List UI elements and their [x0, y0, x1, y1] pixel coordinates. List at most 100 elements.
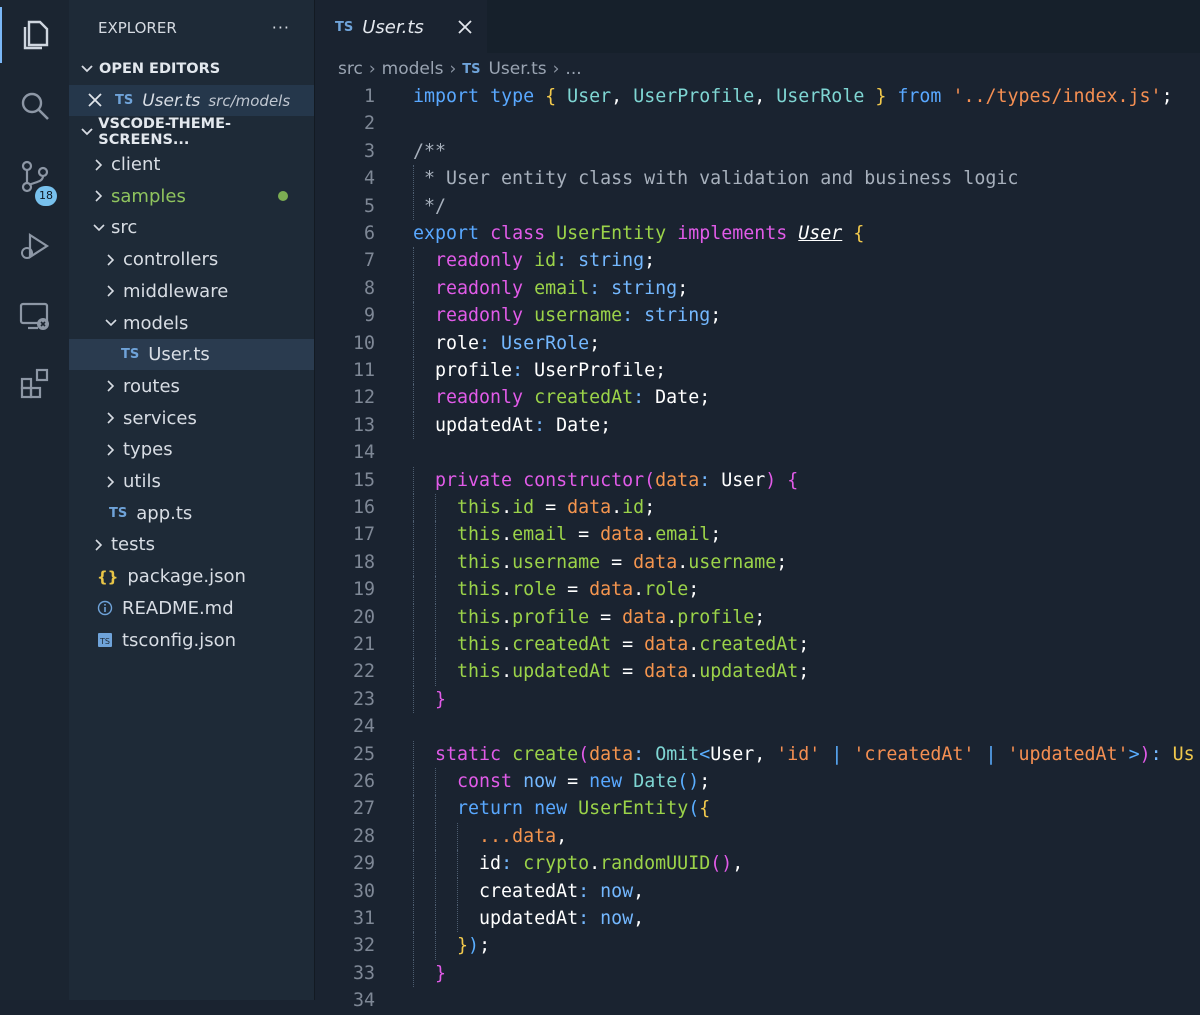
code-token: User [721, 469, 766, 491]
open-editor-path: src/models [208, 91, 291, 110]
chevron-right-icon [101, 440, 121, 460]
tree-item-models[interactable]: models [69, 308, 314, 339]
tree-item-client[interactable]: client [69, 149, 314, 180]
tree-item-user-ts[interactable]: TS User.ts [69, 339, 314, 371]
source-control-icon[interactable]: 18 [0, 148, 69, 206]
code-token: User [798, 223, 843, 244]
tree-item-readme-md[interactable]: README.md [69, 593, 314, 624]
breadcrumb-file[interactable]: User.ts [488, 59, 546, 79]
code-token: = [556, 579, 590, 601]
code-token: import [413, 86, 480, 107]
code-token: id [512, 497, 535, 518]
tree-item-middleware[interactable]: middleware [69, 276, 314, 307]
chevron-down-icon [89, 218, 109, 238]
tree-item-services[interactable]: services [69, 403, 314, 434]
code-text: readonly email: string; [413, 275, 688, 302]
code-text: this.profile = data.profile; [413, 604, 765, 631]
code-token: . [589, 853, 601, 875]
tab-user-ts[interactable]: TS User.ts [315, 0, 487, 53]
line-number: 17 [352, 524, 375, 546]
code-token: this [457, 634, 502, 655]
breadcrumb-symbol[interactable]: ... [565, 59, 581, 79]
tree-item-src[interactable]: src [69, 212, 314, 243]
extensions-icon[interactable] [0, 355, 69, 411]
code-token: ; [479, 935, 491, 957]
code-token: private [435, 469, 513, 491]
line-number: 5 [363, 195, 375, 217]
code-token: from [897, 86, 942, 107]
code-token: email [512, 524, 568, 546]
code-token: email [655, 524, 711, 546]
code-token: = [534, 497, 568, 518]
remote-explorer-icon[interactable] [0, 288, 69, 344]
tree-item-controllers[interactable]: controllers [69, 244, 314, 275]
code-text: id: crypto.randomUUID(), [413, 850, 743, 877]
line-number: 32 [352, 935, 375, 957]
modified-indicator [278, 191, 288, 202]
tree-item-routes[interactable]: routes [69, 371, 314, 402]
code-token: ; [798, 661, 810, 683]
code-token: ; [798, 634, 810, 655]
code-token: profile [512, 606, 590, 628]
tree-item-types[interactable]: types [69, 434, 314, 465]
line-number: 20 [352, 606, 375, 628]
typescript-file-icon: TS [121, 347, 140, 363]
tree-item-tests[interactable]: tests [69, 529, 314, 560]
code-token: createdAt [699, 634, 799, 655]
run-debug-icon[interactable] [0, 218, 69, 274]
code-token: data [655, 469, 700, 491]
code-token: id [622, 497, 645, 518]
code-text: this.updatedAt = data.updatedAt; [413, 658, 809, 685]
code-token: Date [633, 771, 678, 792]
close-icon[interactable] [87, 92, 105, 110]
open-editors-section[interactable]: OPEN EDITORS [69, 54, 314, 84]
open-editors-label: OPEN EDITORS [99, 61, 221, 77]
code-token: = [556, 771, 590, 792]
line-number: 3 [363, 140, 375, 162]
code-text: this.id = data.id; [413, 494, 655, 521]
code-token: this [457, 579, 502, 601]
open-editor-item[interactable]: TS User.ts src/models [69, 85, 314, 116]
tree-item-tsconfig-json[interactable]: TS tsconfig.json [69, 625, 314, 656]
tree-item-label: README.md [122, 597, 234, 619]
breadcrumb-src[interactable]: src [338, 59, 363, 79]
tree-item-app-ts[interactable]: TS app.ts [69, 498, 314, 529]
code-line: 22 this.updatedAt = data.updatedAt; [315, 658, 1200, 686]
code-token: } [435, 688, 447, 710]
code-token: : string [556, 250, 645, 272]
search-icon[interactable] [0, 78, 69, 134]
chevron-right-icon [89, 535, 109, 555]
code-line: 13 updatedAt: Date; [315, 411, 1200, 440]
code-token: /** [413, 140, 447, 162]
code-token: ; [644, 250, 656, 272]
code-token: : [633, 743, 656, 765]
workspace-section[interactable]: VSCODE-THEME-SCREENS... [69, 116, 314, 148]
code-token: id [413, 853, 502, 875]
code-text: const now = new Date(); [413, 768, 710, 795]
tree-item-package-json[interactable]: {} package.json [69, 561, 314, 592]
line-number: 4 [363, 168, 375, 190]
more-actions-icon[interactable]: ··· [272, 18, 290, 37]
editor-area: TS User.ts src › models › TS User.ts › .… [315, 0, 1200, 1011]
tree-item-samples[interactable]: samples [69, 181, 314, 212]
tree-item-utils[interactable]: utils [69, 466, 314, 497]
line-number: 18 [352, 551, 375, 573]
chevron-right-icon [101, 376, 121, 396]
line-number: 23 [352, 688, 375, 710]
code-token: = [567, 524, 601, 546]
explorer-icon[interactable] [0, 7, 69, 63]
tree-item-label: utils [123, 471, 161, 492]
close-tab-icon[interactable] [455, 17, 475, 37]
breadcrumb-models[interactable]: models [382, 59, 444, 79]
